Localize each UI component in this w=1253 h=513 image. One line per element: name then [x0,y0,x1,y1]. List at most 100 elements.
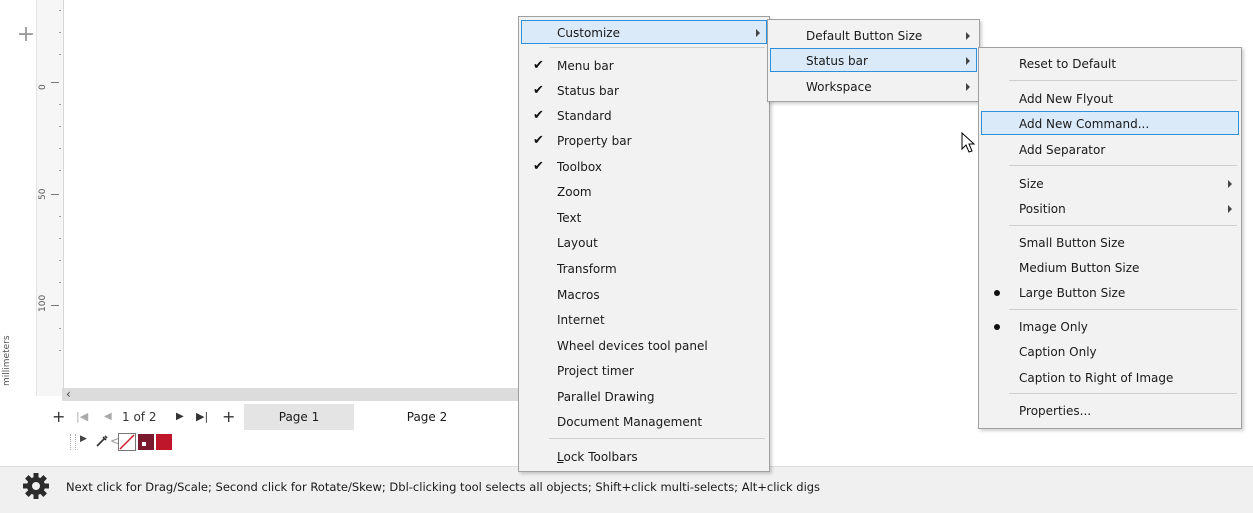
menu-item-layout[interactable]: Layout [521,230,767,254]
menu-item-label: Menu bar [557,59,614,73]
add-page-after-icon[interactable]: + [222,404,235,430]
menu-item-status-bar[interactable]: ✔ Status bar [521,78,767,102]
checkmark-icon: ✔ [533,133,544,148]
menu-item-large-button-size[interactable]: Large Button Size [981,280,1239,304]
menu-item-macros[interactable]: Macros [521,282,767,306]
menu-item-label: Customize [557,26,620,40]
menu-item-parallel-drawing[interactable]: Parallel Drawing [521,384,767,408]
no-color-swatch[interactable] [118,433,136,451]
color-swatch-dark-red[interactable] [138,434,154,450]
swatch-marker [142,442,146,446]
tab-page-2[interactable]: Page 2 [372,404,482,430]
menu-item-add-new-command[interactable]: Add New Command... [981,111,1239,135]
submenu-arrow-icon [966,32,970,40]
palette-expand-icon[interactable]: ▶ [80,434,87,444]
menu-item-menu-bar[interactable]: ✔ Menu bar [521,53,767,77]
menu-item-label: Small Button Size [1019,236,1125,250]
menu-item-property-bar[interactable]: ✔ Property bar [521,128,767,152]
menu-item-workspace[interactable]: Workspace [770,74,977,98]
menu-item-label: Size [1019,177,1044,191]
menu-item-label: Wheel devices tool panel [557,339,708,353]
ruler-minor-tick [59,148,61,149]
menu-item-size[interactable]: Size [981,171,1239,195]
menu-item-label: Add Separator [1019,143,1106,157]
gear-icon[interactable] [22,472,50,500]
ruler-minor-tick [59,170,61,171]
ruler-minor-tick [59,282,61,283]
menu-separator [1009,165,1237,166]
add-icon[interactable]: + [14,24,38,48]
add-page-before-icon[interactable]: + [52,404,65,430]
menu-item-label: Medium Button Size [1019,261,1140,275]
tab-page-1[interactable]: Page 1 [244,404,354,430]
ruler-minor-tick [59,260,61,261]
ruler-major-tick [51,82,59,83]
menu-item-project-timer[interactable]: Project timer [521,358,767,382]
first-page-icon[interactable]: |◀ [76,404,88,430]
menu-item-customize[interactable]: Customize [521,20,767,44]
menu-item-toolbox[interactable]: ✔ Toolbox [521,154,767,178]
menu-item-label: Internet [557,313,605,327]
eyedropper-icon[interactable] [94,433,110,449]
menu-item-label: Reset to Default [1019,57,1117,71]
customize-submenu: Default Button Size Status bar Workspace [767,19,980,102]
submenu-arrow-icon [1228,205,1232,213]
menu-item-caption-only[interactable]: Caption Only [981,339,1239,363]
submenu-arrow-icon [1228,180,1232,188]
menu-separator [1009,225,1237,226]
menu-item-zoom[interactable]: Zoom [521,179,767,203]
scroll-left-icon[interactable]: ‹ [66,388,78,401]
menu-item-text[interactable]: Text [521,205,767,229]
menu-separator [1009,80,1237,81]
menu-item-image-only[interactable]: Image Only [981,314,1239,338]
menu-item-wheel-devices[interactable]: Wheel devices tool panel [521,333,767,357]
radio-selected-icon [994,290,1000,296]
menu-item-medium-button-size[interactable]: Medium Button Size [981,255,1239,279]
menu-item-add-separator[interactable]: Add Separator [981,137,1239,161]
menu-item-internet[interactable]: Internet [521,307,767,331]
horizontal-scrollbar[interactable] [62,388,520,401]
menu-item-properties[interactable]: Properties... [981,398,1239,422]
menu-item-label: Macros [557,288,600,302]
menu-item-label-rest: ock Toolbars [563,450,638,464]
menu-item-small-button-size[interactable]: Small Button Size [981,230,1239,254]
menu-item-status-bar-customize[interactable]: Status bar [770,48,977,72]
menu-item-label: Document Management [557,415,703,429]
submenu-arrow-icon [966,83,970,91]
menu-item-label: Image Only [1019,320,1088,334]
vertical-ruler[interactable]: 0 50 100 [36,0,64,396]
menu-item-label: Layout [557,236,598,250]
menu-item-standard[interactable]: ✔ Standard [521,103,767,127]
menu-item-label: Position [1019,202,1066,216]
menu-separator [1009,309,1237,310]
menu-item-label: Parallel Drawing [557,390,655,404]
next-page-icon[interactable]: ▶ [176,404,184,430]
menu-item-caption-right[interactable]: Caption to Right of Image [981,365,1239,389]
menu-item-transform[interactable]: Transform [521,256,767,280]
menu-item-label: Toolbox [557,160,602,174]
menu-item-label: Caption Only [1019,345,1097,359]
menu-item-position[interactable]: Position [981,196,1239,220]
ruler-label-50: 50 [38,188,48,200]
menu-item-label: Zoom [557,185,592,199]
menu-item-lock-toolbars[interactable]: Lock Toolbars [521,444,767,468]
previous-page-icon[interactable]: ◀ [104,404,112,430]
menu-item-label: Property bar [557,134,632,148]
menu-separator [549,47,765,48]
menu-item-reset-to-default[interactable]: Reset to Default [981,51,1239,75]
ruler-label-0: 0 [38,84,48,90]
ruler-major-tick [51,194,59,195]
swatch-corner [156,434,172,450]
last-page-icon[interactable]: ▶| [196,404,208,430]
menu-item-add-new-flyout[interactable]: Add New Flyout [981,86,1239,110]
menu-item-label: Project timer [557,364,634,378]
menu-item-label: Add New Flyout [1019,92,1114,106]
grip-handle[interactable] [70,434,76,450]
ruler-minor-tick [59,54,61,55]
menu-item-label: Status bar [806,54,868,68]
menu-item-document-management[interactable]: Document Management [521,409,767,433]
ruler-minor-tick [59,126,61,127]
status-bar-submenu: Reset to Default Add New Flyout Add New … [978,47,1242,429]
menu-item-label: Text [557,211,582,225]
menu-item-default-button-size[interactable]: Default Button Size [770,23,977,47]
